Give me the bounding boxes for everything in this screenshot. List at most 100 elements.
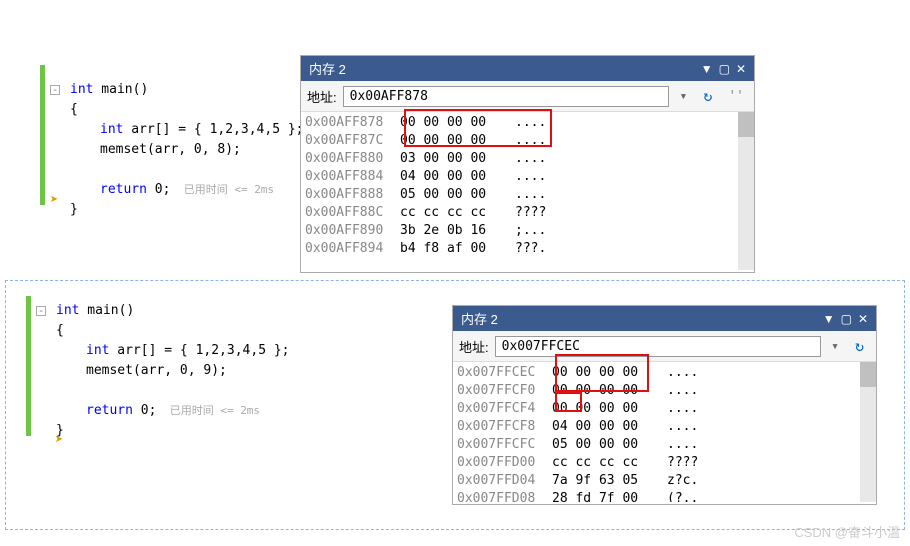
memory-row: 0x00AFF8903b 2e 0b 16;...: [305, 222, 750, 240]
code-text: main(): [93, 82, 148, 97]
address-bar: 地址: ▾ ↻ '': [301, 81, 754, 112]
panel-title: 内存 2: [461, 309, 498, 328]
execution-pointer-icon: ➤: [55, 432, 63, 448]
scroll-thumb[interactable]: [738, 112, 754, 137]
mem-ascii: ....: [667, 436, 727, 454]
mem-address: 0x007FFCF0: [457, 382, 552, 400]
mem-hex: 3b 2e 0b 16: [400, 222, 515, 240]
code-text: memset(arr, 0, 9);: [31, 361, 451, 381]
mem-ascii: ....: [515, 186, 575, 204]
mem-ascii: ....: [667, 364, 727, 382]
code-hint: 已用时间 <= 2ms: [170, 183, 274, 196]
scrollbar[interactable]: [860, 362, 876, 502]
dropdown-icon[interactable]: ▼: [701, 62, 713, 76]
panel-title-bar: 内存 2 ▼ ▢ ✕: [453, 306, 876, 331]
mem-hex: b4 f8 af 00: [400, 240, 515, 258]
memory-row: 0x007FFCF804 00 00 00....: [457, 418, 872, 436]
blank: [31, 381, 451, 401]
memory-panel-2: 内存 2 ▼ ▢ ✕ 地址: ▾ ↻ 0x007FFCEC00 00 00 00…: [452, 305, 877, 505]
address-input[interactable]: [495, 336, 822, 357]
mem-ascii: ....: [515, 150, 575, 168]
mem-hex: 7a 9f 63 05: [552, 472, 667, 490]
code-editor-1: -int main() { int arr[] = { 1,2,3,4,5 };…: [45, 80, 325, 220]
code-editor-2: -int main() { int arr[] = { 1,2,3,4,5 };…: [31, 301, 451, 441]
mem-address: 0x007FFD00: [457, 454, 552, 472]
keyword: return: [100, 182, 147, 197]
mem-address: 0x00AFF888: [305, 186, 400, 204]
mem-address: 0x007FFCF4: [457, 400, 552, 418]
memory-row: 0x007FFD047a 9f 63 05z?c.: [457, 472, 872, 490]
mem-hex: 04 00 00 00: [552, 418, 667, 436]
close-icon[interactable]: ✕: [736, 62, 746, 76]
address-bar: 地址: ▾ ↻: [453, 331, 876, 362]
mem-hex: cc cc cc cc: [552, 454, 667, 472]
memory-panel-1: 内存 2 ▼ ▢ ✕ 地址: ▾ ↻ '' 0x00AFF87800 00 00…: [300, 55, 755, 273]
keyword: return: [86, 403, 133, 418]
collapse-icon[interactable]: -: [36, 306, 46, 316]
mem-address: 0x00AFF884: [305, 168, 400, 186]
highlight-box: [555, 392, 582, 412]
dropdown-icon[interactable]: ▼: [823, 312, 835, 326]
mem-address: 0x007FFD04: [457, 472, 552, 490]
mem-ascii: (?..: [667, 490, 727, 502]
memory-dump: 0x007FFCEC00 00 00 00....0x007FFCF000 00…: [453, 362, 876, 502]
mem-ascii: ....: [667, 400, 727, 418]
mem-address: 0x007FFCF8: [457, 418, 552, 436]
code-text: arr[] = { 1,2,3,4,5 };: [123, 122, 303, 137]
highlight-box: [404, 109, 552, 147]
refresh-icon[interactable]: ↻: [697, 85, 718, 107]
dropdown-icon[interactable]: ▾: [827, 339, 843, 354]
scroll-thumb[interactable]: [860, 362, 876, 387]
mem-hex: 03 00 00 00: [400, 150, 515, 168]
code-text: {: [45, 100, 325, 120]
mem-address: 0x00AFF88C: [305, 204, 400, 222]
memory-row: 0x007FFCFC05 00 00 00....: [457, 436, 872, 454]
code-text: 0;: [133, 403, 156, 418]
mem-ascii: ....: [667, 418, 727, 436]
mem-hex: 28 fd 7f 00: [552, 490, 667, 502]
panel-title-bar: 内存 2 ▼ ▢ ✕: [301, 56, 754, 81]
memory-row: 0x00AFF894b4 f8 af 00???.: [305, 240, 750, 258]
mem-hex: cc cc cc cc: [400, 204, 515, 222]
execution-pointer-icon: ➤: [50, 192, 58, 208]
address-label: 地址:: [307, 87, 337, 106]
mem-ascii: ;...: [515, 222, 575, 240]
scrollbar[interactable]: [738, 112, 754, 270]
mem-ascii: ....: [515, 168, 575, 186]
mem-address: 0x007FFCFC: [457, 436, 552, 454]
memory-row: 0x007FFCF400 00 00 00....: [457, 400, 872, 418]
dropdown-icon[interactable]: ▾: [675, 89, 691, 104]
address-label: 地址:: [459, 337, 489, 356]
maximize-icon[interactable]: ▢: [841, 312, 852, 326]
mem-address: 0x00AFF890: [305, 222, 400, 240]
memory-row: 0x00AFF88003 00 00 00....: [305, 150, 750, 168]
code-text: arr[] = { 1,2,3,4,5 };: [109, 343, 289, 358]
keyword: int: [56, 303, 79, 318]
highlight-box: [555, 354, 649, 392]
code-text: }: [45, 200, 325, 220]
close-icon[interactable]: ✕: [858, 312, 868, 326]
code-text: }: [31, 421, 451, 441]
memory-row: 0x00AFF88805 00 00 00....: [305, 186, 750, 204]
mem-address: 0x007FFCEC: [457, 364, 552, 382]
mem-address: 0x00AFF87C: [305, 132, 400, 150]
memory-row: 0x00AFF88Ccc cc cc cc????: [305, 204, 750, 222]
memory-row: 0x007FFD0828 fd 7f 00(?..: [457, 490, 872, 502]
code-text: memset(arr, 0, 8);: [45, 140, 325, 160]
maximize-icon[interactable]: ▢: [719, 62, 730, 76]
blank: [45, 160, 325, 180]
keyword: int: [86, 343, 109, 358]
panel-title: 内存 2: [309, 59, 346, 78]
mem-ascii: ????: [515, 204, 575, 222]
address-input[interactable]: [343, 86, 670, 107]
refresh-icon[interactable]: ↻: [849, 335, 870, 357]
collapse-icon[interactable]: -: [50, 85, 60, 95]
mem-ascii: z?c.: [667, 472, 727, 490]
keyword: int: [100, 122, 123, 137]
pin-icon[interactable]: '': [724, 89, 748, 104]
mem-ascii: ????: [667, 454, 727, 472]
code-hint: 已用时间 <= 2ms: [156, 404, 260, 417]
mem-address: 0x00AFF878: [305, 114, 400, 132]
mem-ascii: ....: [667, 382, 727, 400]
mem-address: 0x007FFD08: [457, 490, 552, 502]
